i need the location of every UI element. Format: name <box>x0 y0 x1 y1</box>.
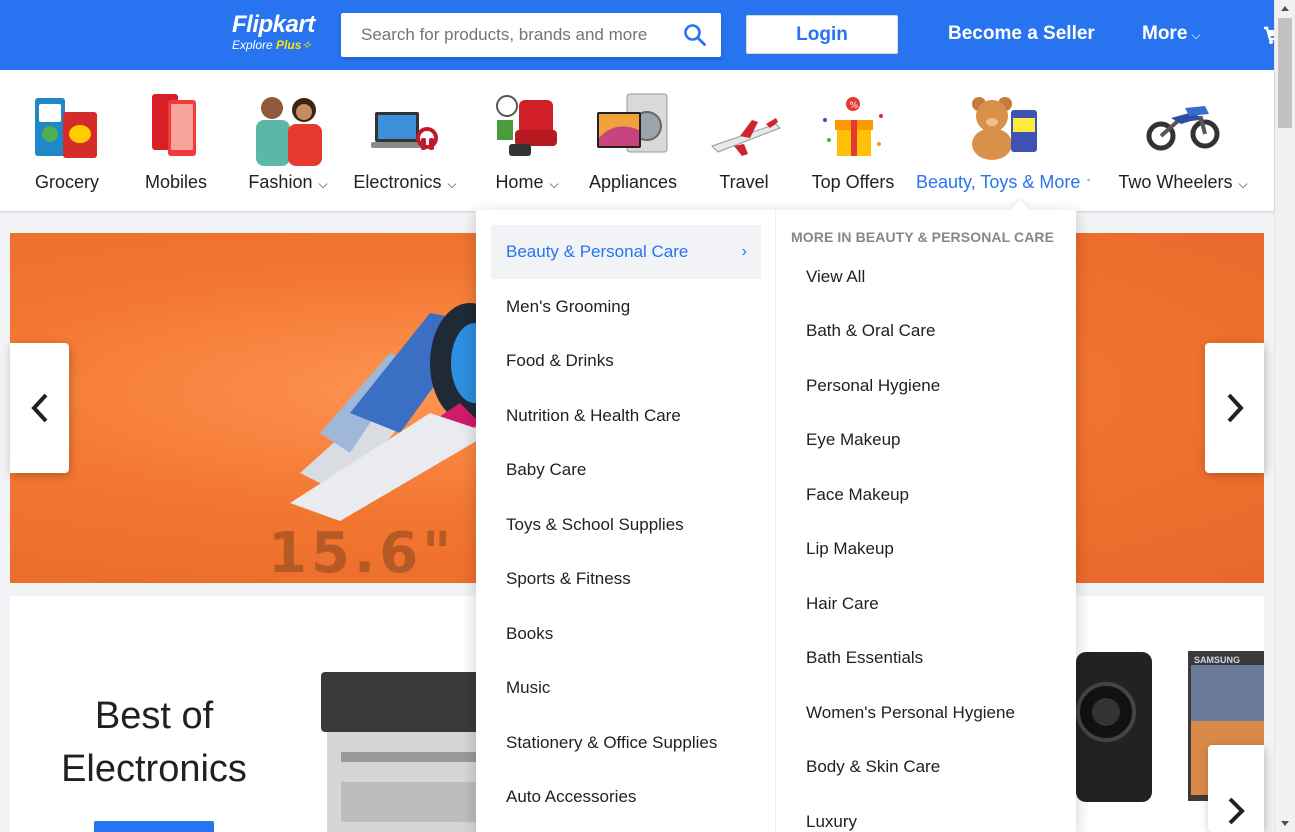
svg-text:SAMSUNG: SAMSUNG <box>1194 655 1240 665</box>
dropdown-item-books[interactable]: Books <box>491 607 761 661</box>
dropdown-subitem-hair-care[interactable]: Hair Care <box>806 594 879 614</box>
dropdown-item-food-drinks[interactable]: Food & Drinks <box>491 334 761 388</box>
dropdown-subitem-bath-essentials[interactable]: Bath Essentials <box>806 648 923 668</box>
chevron-right-icon <box>1227 393 1244 423</box>
dropdown-subitem-eye-makeup[interactable]: Eye Makeup <box>806 430 901 450</box>
dropdown-subitem-personal-hygiene[interactable]: Personal Hygiene <box>806 376 940 396</box>
logo-brand: Flipkart <box>232 11 315 38</box>
category-label: Travel <box>719 172 769 192</box>
logo-tag-plus: Plus <box>276 38 302 52</box>
chevron-down-icon: ⌵ <box>447 177 457 191</box>
search-icon[interactable] <box>683 23 707 47</box>
grocery-icon <box>35 98 97 158</box>
category-label: Home ⌵ <box>495 172 559 192</box>
category-appliances[interactable]: Appliances <box>583 70 683 211</box>
logo-tag-prefix: Explore <box>232 38 273 52</box>
more-label: More <box>1142 23 1188 44</box>
category-grocery[interactable]: Grocery <box>17 70 117 211</box>
category-label: Appliances <box>588 172 678 192</box>
category-label: Electronics ⌵ <box>353 172 457 192</box>
chevron-down-icon: ⌵ <box>1238 177 1248 191</box>
dropdown-item-beauty-personal-care[interactable]: Beauty & Personal Care › <box>491 225 761 279</box>
teddy-bear-icon <box>972 97 1037 160</box>
plus-star-icon: ✧ <box>301 38 312 52</box>
category-beauty-toys-more[interactable]: Beauty, Toys & More ˺ <box>916 70 1090 211</box>
printer-product-image[interactable] <box>317 662 487 832</box>
category-label: Fashion ⌵ <box>248 172 328 192</box>
scrollbar-thumb[interactable] <box>1278 18 1292 128</box>
dropdown-item-stationery-office-supplies[interactable]: Stationery & Office Supplies <box>491 716 761 770</box>
dropdown-item-music[interactable]: Music <box>491 661 761 715</box>
category-travel[interactable]: Travel <box>694 70 794 211</box>
dropdown-subitem-view-all[interactable]: View All <box>806 267 865 287</box>
category-home[interactable]: Home ⌵ <box>477 70 577 211</box>
category-fashion[interactable]: Fashion ⌵ <box>238 70 338 211</box>
chevron-up-icon: ˺ <box>1086 177 1091 191</box>
laptop-icon <box>371 112 438 150</box>
dropdown-item-sports-fitness[interactable]: Sports & Fitness <box>491 552 761 606</box>
mobile-phone-icon <box>152 94 196 156</box>
airplane-icon <box>711 118 781 156</box>
become-seller-link[interactable]: Become a Seller <box>948 23 1095 45</box>
dropdown-subitem-womens-personal-hygiene[interactable]: Women's Personal Hygiene <box>806 703 1015 723</box>
dropdown-section-heading: MORE IN BEAUTY & PERSONAL CARE <box>791 229 1055 245</box>
category-label: Mobiles <box>144 172 208 192</box>
chevron-right-icon <box>1228 797 1245 825</box>
chevron-right-icon: › <box>741 243 747 260</box>
category-label: Beauty, Toys & More ˺ <box>916 172 1091 192</box>
banner-prev-button[interactable] <box>10 343 69 473</box>
category-two-wheelers[interactable]: Two Wheelers ⌵ <box>1114 70 1252 211</box>
login-button[interactable]: Login <box>746 15 898 54</box>
more-menu[interactable]: More ⌵ <box>1142 23 1201 45</box>
laptop-banner-image <box>290 303 500 521</box>
motorcycle-icon <box>1146 106 1220 151</box>
dropdown-primary-list: Beauty & Personal Care › Men's Grooming F… <box>476 210 776 832</box>
category-label: Grocery <box>34 172 99 192</box>
fashion-icon <box>256 97 322 166</box>
chevron-down-icon: ⌵ <box>318 177 328 191</box>
appliance-icon <box>597 93 668 153</box>
category-electronics[interactable]: Electronics ⌵ <box>349 70 461 211</box>
dropdown-item-baby-care[interactable]: Baby Care <box>491 443 761 497</box>
section-next-button[interactable] <box>1208 745 1264 832</box>
dropdown-item-auto-accessories[interactable]: Auto Accessories <box>491 770 761 824</box>
banner-next-button[interactable] <box>1205 343 1264 473</box>
category-label: Top Offers <box>811 172 895 192</box>
section-title-line1: Best of <box>94 695 214 737</box>
dropdown-secondary-list: MORE IN BEAUTY & PERSONAL CARE View All … <box>776 210 1076 832</box>
scroll-up-arrow-icon[interactable] <box>1281 6 1289 11</box>
dropdown-subitem-body-skin-care[interactable]: Body & Skin Care <box>806 757 940 777</box>
flipkart-logo[interactable]: Flipkart Explore Plus✧ <box>232 11 315 53</box>
chevron-down-icon: ⌵ <box>1191 28 1201 42</box>
category-dropdown-menu: Beauty & Personal Care › Men's Grooming F… <box>476 200 1076 832</box>
section-title: Best of Electronics <box>40 690 268 796</box>
dropdown-item-nutrition-health-care[interactable]: Nutrition & Health Care <box>491 389 761 443</box>
view-all-button[interactable] <box>94 821 214 832</box>
camera-product-image[interactable] <box>1076 632 1156 802</box>
category-label: Two Wheelers ⌵ <box>1118 172 1248 192</box>
dropdown-subitem-lip-makeup[interactable]: Lip Makeup <box>806 539 894 559</box>
dropdown-subitem-luxury[interactable]: Luxury <box>806 812 857 832</box>
category-mobiles[interactable]: Mobiles <box>126 70 226 211</box>
scroll-down-arrow-icon[interactable] <box>1281 821 1289 826</box>
top-header: Flipkart Explore Plus✧ Login Become a Se… <box>0 0 1276 70</box>
chevron-down-icon: ⌵ <box>549 177 559 191</box>
dropdown-subitem-face-makeup[interactable]: Face Makeup <box>806 485 909 505</box>
page-scrollbar[interactable] <box>1274 0 1295 832</box>
logo-tagline: Explore Plus✧ <box>232 38 315 52</box>
dropdown-item-toys-school-supplies[interactable]: Toys & School Supplies <box>491 498 761 552</box>
gift-icon: % <box>823 97 883 156</box>
chevron-left-icon <box>31 393 48 423</box>
armchair-icon <box>496 95 557 156</box>
dropdown-subitem-bath-oral-care[interactable]: Bath & Oral Care <box>806 321 935 341</box>
search-input[interactable] <box>341 13 661 57</box>
category-bar: Grocery Mobiles Fashion ⌵ Electronics ⌵ … <box>0 70 1274 211</box>
section-title-line2: Electronics <box>61 748 247 790</box>
svg-text:%: % <box>850 101 859 111</box>
category-top-offers[interactable]: % Top Offers <box>803 70 903 211</box>
dropdown-item-mens-grooming[interactable]: Men's Grooming <box>491 280 761 334</box>
search-box <box>341 13 721 57</box>
